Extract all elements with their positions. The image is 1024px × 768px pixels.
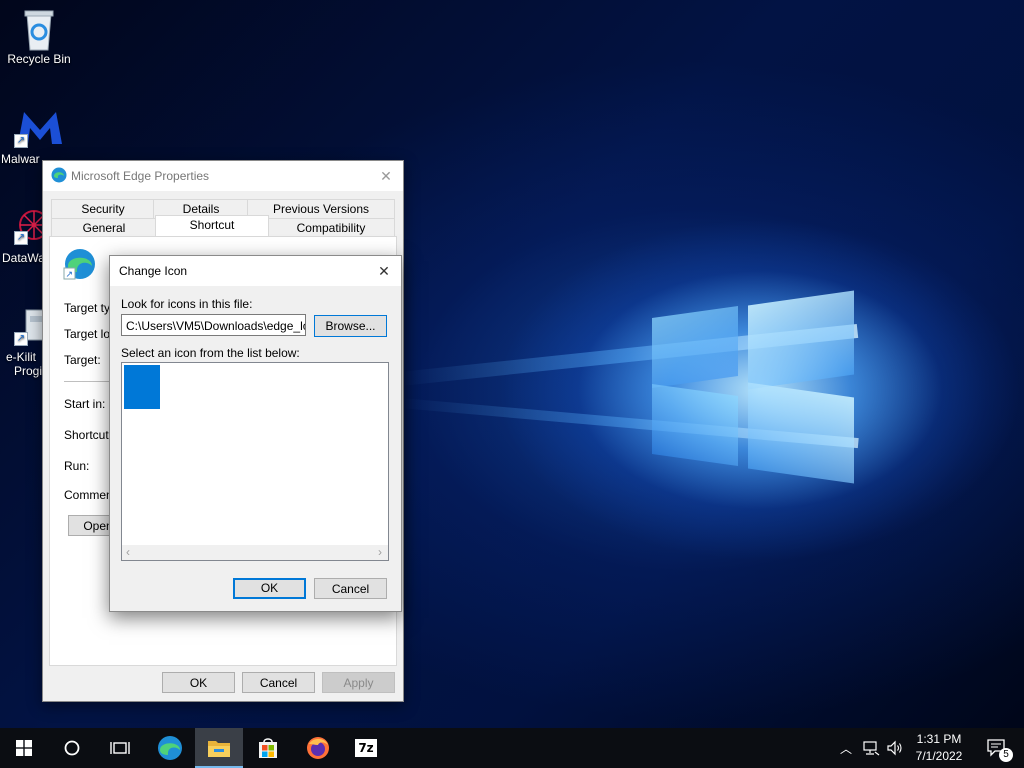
icon-list-item-selected[interactable] [124, 365, 160, 409]
icon-list[interactable]: ‹ › [121, 362, 389, 561]
malwarebytes-icon: ↗ [14, 108, 66, 148]
edge-icon [158, 736, 182, 760]
field-start-in: Start in: [64, 397, 106, 411]
icon-file-path-input[interactable]: C:\Users\VM5\Downloads\edge_logo [121, 314, 306, 336]
shortcut-arrow-icon: ↗ [14, 231, 28, 245]
task-view-icon [110, 742, 130, 754]
scroll-left-icon[interactable]: ‹ [126, 545, 130, 560]
properties-cancel-button[interactable]: Cancel [242, 672, 315, 693]
search-icon [64, 740, 80, 756]
properties-title: Microsoft Edge Properties [71, 169, 210, 183]
file-explorer-icon [208, 741, 230, 757]
start-button[interactable] [0, 728, 48, 768]
edge-shortcut-icon: ↗ [63, 247, 97, 281]
tab-security[interactable]: Security [51, 199, 155, 218]
7zip-icon: 7z [355, 739, 377, 757]
field-target: Target: [64, 353, 101, 367]
field-run: Run: [64, 459, 90, 473]
recycle-bin-icon [19, 8, 59, 51]
firefox-icon [307, 737, 329, 759]
change-icon-ok-button[interactable]: OK [233, 578, 306, 599]
desktop-icon-malwarebytes[interactable]: ↗ Malwar [1, 108, 62, 166]
network-button[interactable] [860, 728, 882, 768]
scroll-right-icon[interactable]: › [378, 545, 382, 560]
browse-button[interactable]: Browse... [314, 315, 387, 337]
icon-list-scrollbar[interactable]: ‹ › [122, 545, 388, 560]
taskbar-store-button[interactable] [244, 728, 292, 768]
tab-shortcut[interactable]: Shortcut [155, 215, 269, 236]
chevron-up-icon: ︿ [839, 741, 852, 756]
taskbar-7zip-button[interactable]: 7z [342, 728, 390, 768]
taskbar-edge-button[interactable] [146, 728, 194, 768]
shortcut-arrow-icon: ↗ [14, 134, 28, 148]
properties-apply-button[interactable]: Apply [322, 672, 395, 693]
store-icon [259, 738, 277, 758]
desktop-icon-recycle-bin[interactable]: Recycle Bin [1, 8, 77, 66]
edge-icon [51, 167, 67, 183]
desktop-icon-label: Recycle Bin [7, 52, 71, 66]
tab-compatibility[interactable]: Compatibility [267, 218, 395, 237]
clock[interactable]: 1:31 PM 7/1/2022 [906, 731, 972, 767]
properties-close-icon[interactable]: ✕ [369, 161, 403, 191]
notification-count-badge: 5 [999, 748, 1013, 762]
change-icon-close-icon[interactable]: ✕ [367, 256, 401, 286]
clock-time: 1:31 PM [916, 732, 962, 746]
task-view-button[interactable] [96, 728, 144, 768]
shortcut-arrow-icon: ↗ [14, 332, 28, 346]
change-icon-cancel-button[interactable]: Cancel [314, 578, 387, 599]
volume-button[interactable] [884, 728, 906, 768]
start-icon [16, 740, 32, 756]
change-icon-titlebar[interactable]: Change Icon ✕ [110, 256, 401, 286]
change-icon-dialog: Change Icon ✕ Look for icons in this fil… [109, 255, 402, 612]
show-hidden-icons-button[interactable]: ︿ [836, 728, 856, 768]
taskbar-file-explorer-button[interactable] [195, 728, 243, 768]
svg-text:↗: ↗ [66, 270, 74, 280]
select-icon-label: Select an icon from the list below: [121, 346, 300, 360]
network-icon [863, 741, 880, 756]
wallpaper-windows-logo [652, 290, 856, 490]
tab-previous-versions[interactable]: Previous Versions [247, 199, 395, 218]
taskbar-firefox-button[interactable] [294, 728, 342, 768]
clock-date: 7/1/2022 [915, 749, 963, 763]
change-icon-title: Change Icon [119, 264, 188, 278]
look-for-icons-label: Look for icons in this file: [121, 297, 253, 311]
tab-general[interactable]: General [51, 218, 157, 237]
volume-icon [887, 740, 902, 756]
properties-ok-button[interactable]: OK [162, 672, 235, 693]
7zip-icon-label: 7z [358, 741, 374, 755]
search-button[interactable] [48, 728, 96, 768]
properties-titlebar[interactable]: Microsoft Edge Properties ✕ [43, 161, 403, 191]
action-center-button[interactable]: 5 [980, 728, 1014, 768]
taskbar: 7z ︿ 1:31 PM 7/1/2022 5 [0, 728, 1024, 768]
